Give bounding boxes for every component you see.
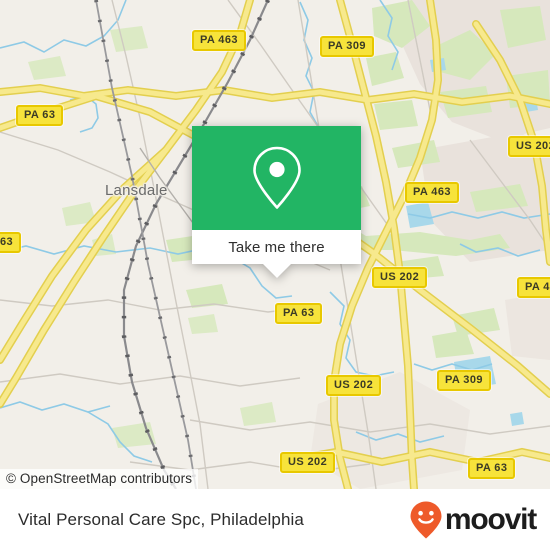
map-canvas[interactable]: Lansdale PA 463 PA 309 PA 63 US 202 PA 4… xyxy=(0,0,550,489)
shield-pa-46-east-edge[interactable]: PA 46 xyxy=(517,277,550,298)
shield-pa-463-north[interactable]: PA 463 xyxy=(192,30,246,51)
take-me-there-label: Take me there xyxy=(228,238,325,256)
popup-pointer-tail xyxy=(262,264,291,278)
map-screenshot: Lansdale PA 463 PA 309 PA 63 US 202 PA 4… xyxy=(0,0,550,550)
moovit-smiley-pin-icon xyxy=(410,501,442,538)
shield-pa-63-center[interactable]: PA 63 xyxy=(275,303,323,324)
take-me-there-popup[interactable]: Take me there xyxy=(192,126,361,278)
shield-us-202-south[interactable]: US 202 xyxy=(326,375,382,396)
osm-attribution[interactable]: © OpenStreetMap contributors xyxy=(0,469,199,489)
shield-us-202-center[interactable]: US 202 xyxy=(372,267,428,288)
shield-pa-309-south[interactable]: PA 309 xyxy=(437,370,491,391)
moovit-wordmark: moovit xyxy=(444,502,537,536)
footer-bar: Vital Personal Care Spc, Philadelphia mo… xyxy=(0,489,550,550)
shield-pa-63-southeast[interactable]: PA 63 xyxy=(468,458,516,479)
moovit-brand[interactable]: moovit xyxy=(409,500,537,540)
popup-green-panel xyxy=(192,126,361,230)
location-pin-icon xyxy=(252,146,301,209)
place-label-lansdale: Lansdale xyxy=(105,182,168,199)
shield-us-202-southwest[interactable]: US 202 xyxy=(280,452,336,473)
popup-action-bar[interactable]: Take me there xyxy=(192,230,361,264)
location-title: Vital Personal Care Spc, Philadelphia xyxy=(18,509,304,529)
shield-63-west-edge[interactable]: 63 xyxy=(0,232,22,253)
shield-pa-63-west[interactable]: PA 63 xyxy=(16,105,64,126)
shield-pa-463-east[interactable]: PA 463 xyxy=(405,182,459,203)
shield-pa-309-north[interactable]: PA 309 xyxy=(320,36,374,57)
shield-us-202-northeast[interactable]: US 202 xyxy=(508,136,550,157)
